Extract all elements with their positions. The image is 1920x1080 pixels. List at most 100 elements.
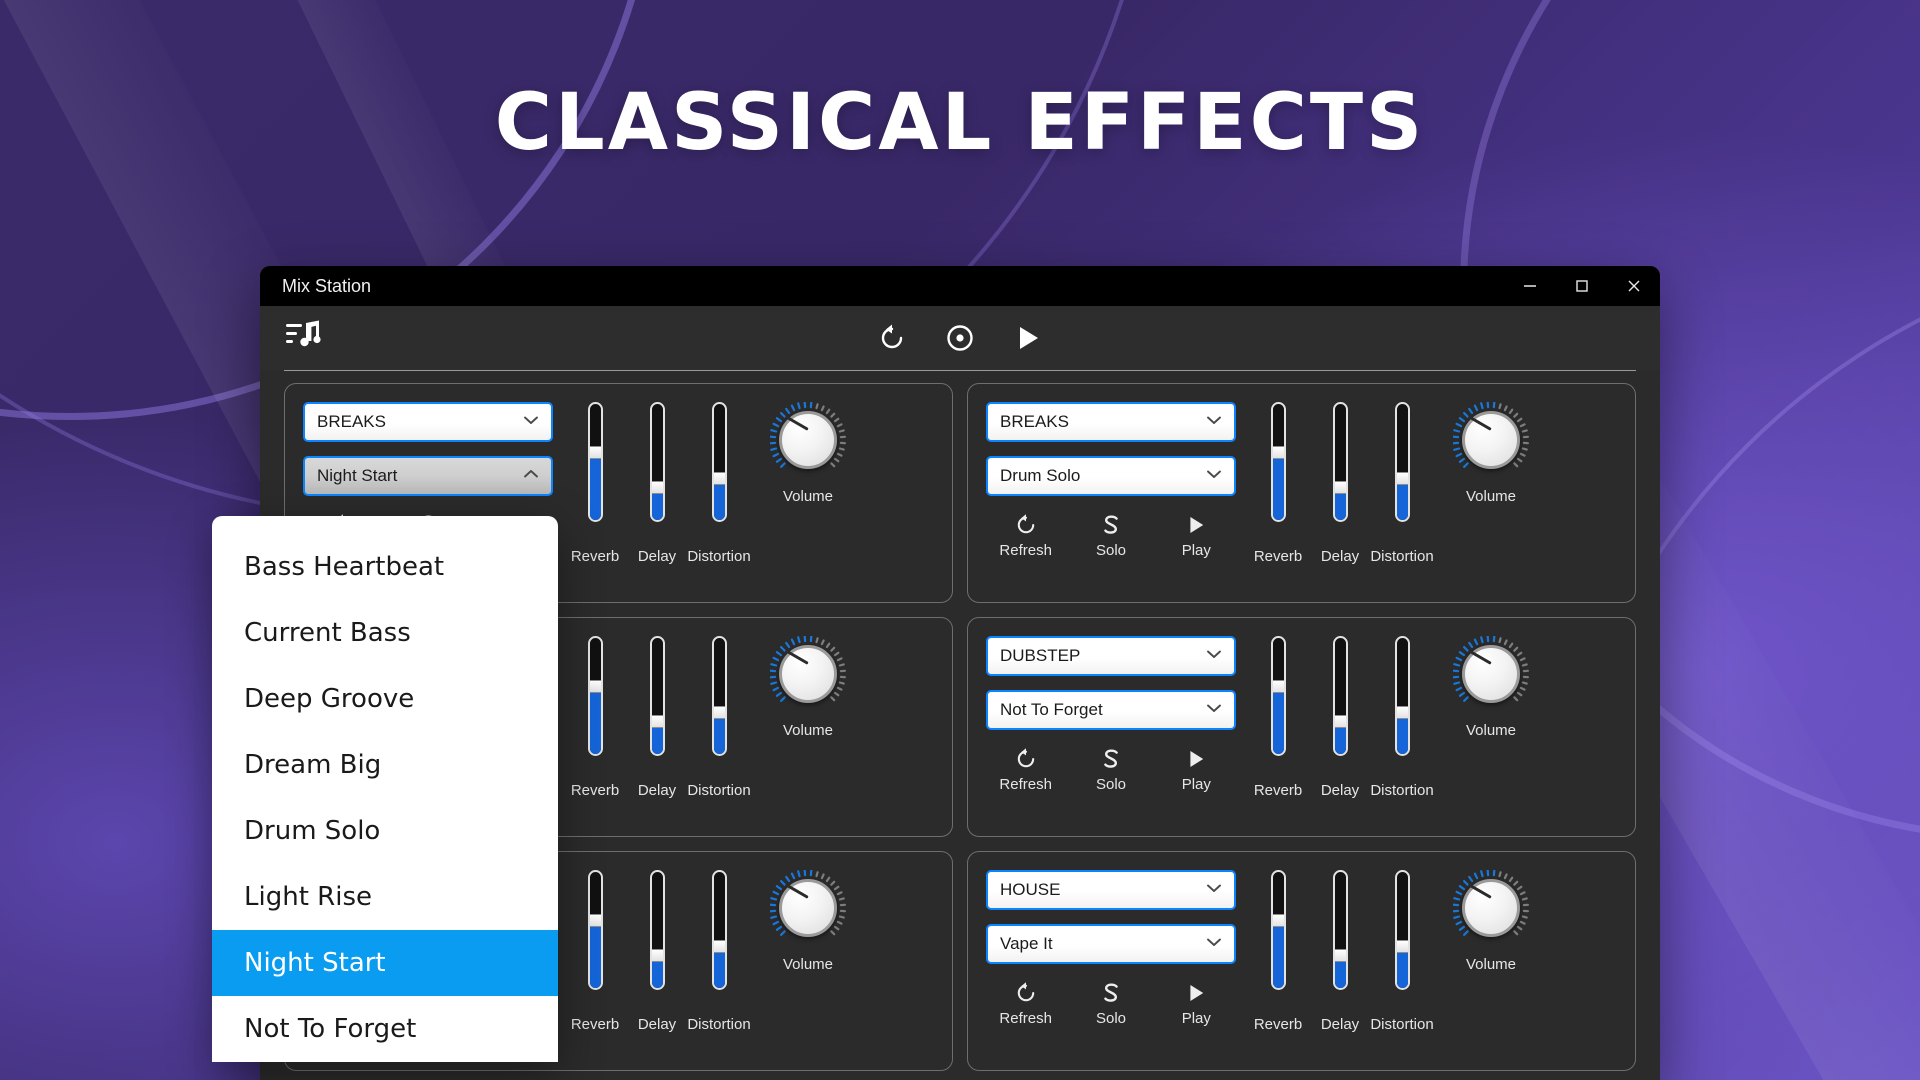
slider-label: Reverb [1253, 782, 1303, 799]
dropdown-item[interactable]: Dream Big [212, 732, 558, 798]
play-icon [1184, 512, 1208, 538]
volume-knob[interactable] [1453, 636, 1529, 712]
record-icon[interactable] [945, 323, 975, 353]
reverb-slider[interactable] [587, 870, 603, 990]
refresh-button[interactable]: Refresh [986, 512, 1065, 559]
volume-knob[interactable] [1453, 402, 1529, 478]
slider-thumb[interactable] [1334, 714, 1346, 728]
effect-fader: Delay [629, 402, 685, 565]
dropdown-item[interactable]: Deep Groove [212, 666, 558, 732]
slider-thumb[interactable] [713, 471, 725, 485]
slider-thumb[interactable] [651, 948, 663, 962]
dropdown-item[interactable]: Night Start [212, 930, 558, 996]
button-label: Play [1181, 542, 1211, 559]
slider-fill [589, 453, 601, 520]
dropdown-item[interactable]: Light Rise [212, 864, 558, 930]
effect-fader: Distortion [1370, 870, 1434, 1033]
solo-button[interactable]: Solo [1071, 512, 1150, 559]
slider-fill [713, 478, 725, 520]
volume-knob[interactable] [770, 870, 846, 946]
reverb-slider[interactable] [1270, 636, 1286, 756]
slider-thumb[interactable] [651, 480, 663, 494]
distortion-slider[interactable] [1394, 402, 1410, 522]
refresh-button[interactable]: Refresh [986, 980, 1065, 1027]
slider-thumb[interactable] [1272, 446, 1284, 460]
delay-slider[interactable] [649, 870, 665, 990]
delay-slider[interactable] [1332, 870, 1348, 990]
genre-select[interactable]: DUBSTEP [986, 636, 1236, 676]
close-button[interactable] [1608, 266, 1660, 306]
refresh-icon[interactable] [877, 323, 907, 353]
volume-knob[interactable] [770, 636, 846, 712]
panel-button-row: Refresh Solo Play [986, 746, 1236, 793]
mixer-panel: DUBSTEP Not To Forget Refresh Solo Play Rever… [967, 617, 1636, 837]
music-list-icon[interactable] [286, 320, 322, 357]
reverb-slider[interactable] [587, 636, 603, 756]
knob-label: Volume [782, 956, 834, 973]
slider-thumb[interactable] [1396, 705, 1408, 719]
distortion-slider[interactable] [1394, 870, 1410, 990]
reverb-slider[interactable] [1270, 402, 1286, 522]
effect-fader: Reverb [567, 402, 623, 565]
genre-select-value: DUBSTEP [1000, 646, 1081, 665]
solo-icon [1099, 512, 1123, 538]
play-icon [1184, 746, 1208, 772]
slider-thumb[interactable] [713, 705, 725, 719]
volume-knob[interactable] [770, 402, 846, 478]
reverb-slider[interactable] [587, 402, 603, 522]
minimize-button[interactable] [1504, 266, 1556, 306]
slider-thumb[interactable] [1334, 948, 1346, 962]
effect-fader: Distortion [687, 636, 751, 799]
volume-knob[interactable] [1453, 870, 1529, 946]
solo-button[interactable]: Solo [1071, 980, 1150, 1027]
delay-slider[interactable] [649, 402, 665, 522]
play-button[interactable]: Play [1157, 980, 1236, 1027]
track-select-value: Not To Forget [1000, 700, 1103, 719]
distortion-slider[interactable] [711, 636, 727, 756]
reverb-slider[interactable] [1270, 870, 1286, 990]
genre-select-value: HOUSE [1000, 880, 1061, 899]
effect-fader: Delay [1312, 402, 1368, 565]
slider-thumb[interactable] [1396, 939, 1408, 953]
delay-slider[interactable] [1332, 636, 1348, 756]
dropdown-item[interactable]: Not To Forget [212, 996, 558, 1062]
slider-thumb[interactable] [589, 680, 601, 694]
delay-slider[interactable] [649, 636, 665, 756]
distortion-slider[interactable] [711, 870, 727, 990]
dropdown-item[interactable]: Current Bass [212, 600, 558, 666]
refresh-button[interactable]: Refresh [986, 746, 1065, 793]
genre-select-value: BREAKS [1000, 412, 1069, 431]
slider-thumb[interactable] [589, 446, 601, 460]
slider-thumb[interactable] [651, 714, 663, 728]
distortion-slider[interactable] [711, 402, 727, 522]
slider-fill [713, 946, 725, 988]
chevron-down-icon [1204, 464, 1224, 489]
dropdown-item[interactable]: Bass Heartbeat [212, 534, 558, 600]
delay-slider[interactable] [1332, 402, 1348, 522]
distortion-slider[interactable] [1394, 636, 1410, 756]
genre-select[interactable]: BREAKS [986, 402, 1236, 442]
genre-select[interactable]: HOUSE [986, 870, 1236, 910]
track-select[interactable]: Night Start [303, 456, 553, 496]
slider-fill [589, 687, 601, 754]
panel-effects: Reverb Delay Distortion Volume [1246, 636, 1619, 826]
slider-thumb[interactable] [713, 939, 725, 953]
track-select[interactable]: Not To Forget [986, 690, 1236, 730]
genre-select[interactable]: BREAKS [303, 402, 553, 442]
panel-controls: BREAKS Drum Solo Refresh Solo Play [986, 402, 1236, 592]
slider-thumb[interactable] [1396, 471, 1408, 485]
slider-thumb[interactable] [1334, 480, 1346, 494]
solo-button[interactable]: Solo [1071, 746, 1150, 793]
slider-thumb[interactable] [1272, 914, 1284, 928]
track-select[interactable]: Drum Solo [986, 456, 1236, 496]
panel-controls: DUBSTEP Not To Forget Refresh Solo Play [986, 636, 1236, 826]
slider-fill [1396, 712, 1408, 754]
play-button[interactable]: Play [1157, 746, 1236, 793]
slider-thumb[interactable] [589, 914, 601, 928]
track-select[interactable]: Vape It [986, 924, 1236, 964]
play-button[interactable]: Play [1157, 512, 1236, 559]
maximize-button[interactable] [1556, 266, 1608, 306]
play-icon[interactable] [1013, 323, 1043, 353]
dropdown-item[interactable]: Drum Solo [212, 798, 558, 864]
slider-thumb[interactable] [1272, 680, 1284, 694]
